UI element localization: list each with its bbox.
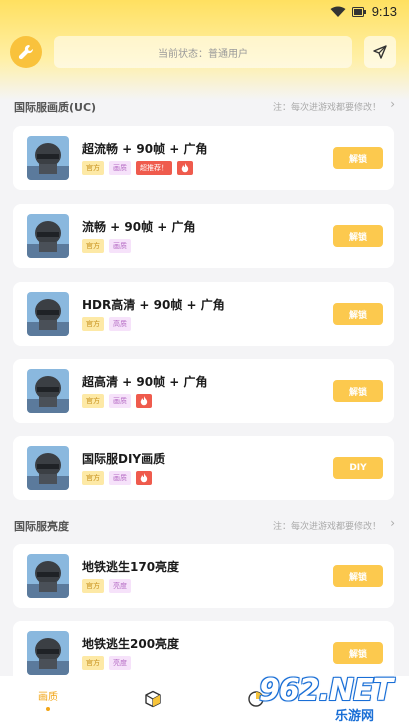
quality-tag: 画质 [109, 239, 131, 253]
official-tag: 官方 [82, 161, 104, 175]
official-tag: 官方 [82, 239, 104, 253]
preset-title: 超高清 + 90帧 + 广角 [82, 375, 208, 389]
preset-title: 地铁逃生170亮度 [82, 560, 180, 574]
preset-title: 国际服DIY画质 [82, 452, 166, 466]
wifi-icon [330, 6, 346, 17]
brightness-tag: 亮度 [109, 656, 131, 670]
tag-row: 官方 画质 [82, 394, 152, 408]
unlock-button[interactable]: 解锁 [333, 565, 383, 587]
diy-button[interactable]: DIY [333, 457, 383, 479]
section-title: 国际服画质(UC) [14, 101, 97, 114]
tag-row: 官方 高质 [82, 317, 131, 331]
section-header-brightness: 国际服亮度 注：每次进游戏都要修改！ › [14, 516, 395, 536]
preset-card: 超流畅 + 90帧 + 广角 官方 画质 超推荐！ 解锁 [13, 126, 394, 190]
header: 当前状态：普通用户 [0, 34, 409, 70]
game-thumbnail [27, 292, 69, 336]
tools-button[interactable] [10, 36, 42, 68]
watermark-text: 962.NET [259, 673, 393, 708]
game-thumbnail [27, 214, 69, 258]
unlock-button[interactable]: 解锁 [333, 380, 383, 402]
flame-icon [136, 394, 152, 408]
game-thumbnail [27, 369, 69, 413]
tag-row: 官方 亮度 [82, 656, 131, 670]
preset-title: 地铁逃生200亮度 [82, 637, 180, 651]
quality-tag: 画质 [109, 161, 131, 175]
quality-tag: 高质 [109, 317, 131, 331]
preset-card: 流畅 + 90帧 + 广角 官方 画质 解锁 [13, 204, 394, 268]
preset-title: 流畅 + 90帧 + 广角 [82, 220, 196, 234]
tag-row: 官方 亮度 [82, 579, 131, 593]
unlock-button[interactable]: 解锁 [333, 225, 383, 247]
flame-icon [136, 471, 152, 485]
tab-tools[interactable] [144, 690, 162, 720]
send-button[interactable] [364, 36, 396, 68]
user-status: 当前状态：普通用户 [54, 36, 352, 68]
preset-title: HDR高清 + 90帧 + 广角 [82, 298, 225, 312]
official-tag: 官方 [82, 471, 104, 485]
game-thumbnail [27, 136, 69, 180]
official-tag: 官方 [82, 656, 104, 670]
unlock-button[interactable]: 解锁 [333, 147, 383, 169]
quality-tag: 画质 [109, 394, 131, 408]
wrench-icon [18, 44, 34, 60]
official-tag: 官方 [82, 394, 104, 408]
chevron-right-icon[interactable]: › [390, 97, 395, 111]
preset-card: HDR高清 + 90帧 + 广角 官方 高质 解锁 [13, 282, 394, 346]
preset-card: 地铁逃生170亮度 官方 亮度 解锁 [13, 544, 394, 608]
official-tag: 官方 [82, 317, 104, 331]
brightness-tag: 亮度 [109, 579, 131, 593]
cube-icon [145, 690, 161, 708]
send-icon [373, 45, 387, 59]
game-thumbnail [27, 554, 69, 598]
preset-title: 超流畅 + 90帧 + 广角 [82, 142, 208, 156]
official-tag: 官方 [82, 579, 104, 593]
chevron-right-icon[interactable]: › [390, 516, 395, 530]
section-header-quality: 国际服画质(UC) 注：每次进游戏都要修改！ › [14, 97, 395, 117]
clock: 9:13 [371, 4, 397, 19]
quality-tag: 画质 [109, 471, 131, 485]
section-note: 注：每次进游戏都要修改！ [272, 522, 381, 532]
active-indicator [46, 707, 50, 711]
game-thumbnail [27, 446, 69, 490]
status-bar: 9:13 [0, 0, 409, 24]
tag-row: 官方 画质 超推荐！ [82, 161, 193, 175]
recommend-tag: 超推荐！ [136, 161, 172, 175]
unlock-button[interactable]: 解锁 [333, 642, 383, 664]
tab-quality[interactable]: 画质 [38, 688, 58, 718]
unlock-button[interactable]: 解锁 [333, 303, 383, 325]
preset-card: 超高清 + 90帧 + 广角 官方 画质 解锁 [13, 359, 394, 423]
watermark-subtext: 乐游网 [335, 709, 375, 724]
preset-card: 国际服DIY画质 官方 画质 DIY [13, 436, 394, 500]
tab-label: 画质 [38, 692, 58, 703]
section-note: 注：每次进游戏都要修改！ [272, 103, 381, 113]
game-thumbnail [27, 631, 69, 675]
tag-row: 官方 画质 [82, 471, 152, 485]
watermark-logo: 962.NET 乐游网 [259, 667, 409, 727]
tag-row: 官方 画质 [82, 239, 131, 253]
battery-icon [351, 6, 366, 17]
section-title: 国际服亮度 [14, 520, 69, 533]
flame-icon [177, 161, 193, 175]
